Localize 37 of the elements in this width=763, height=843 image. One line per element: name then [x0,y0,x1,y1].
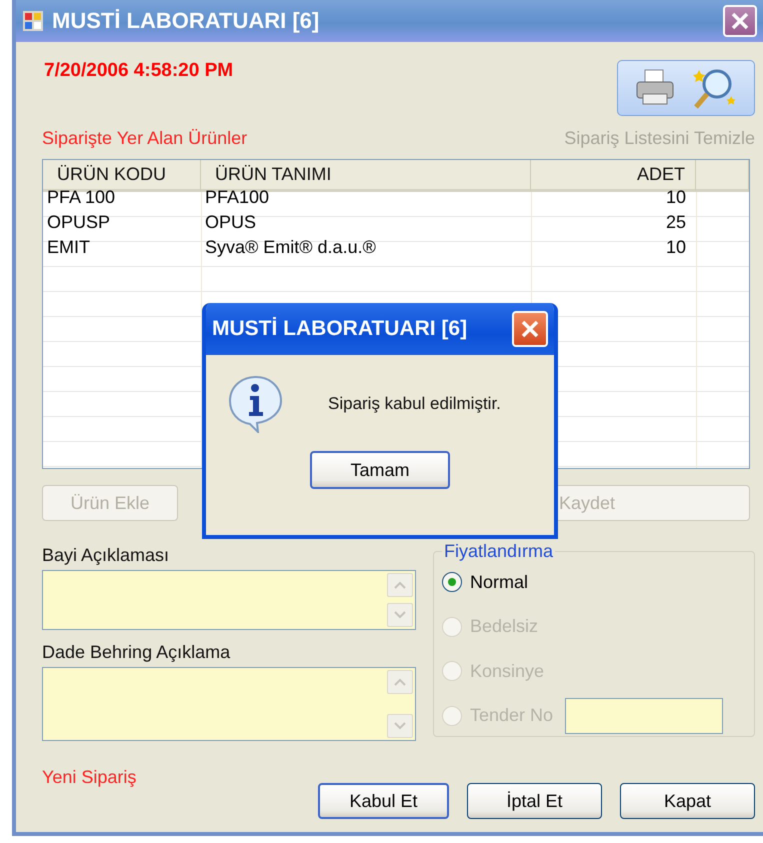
info-icon [228,375,284,433]
scroll-up-icon[interactable] [387,670,413,694]
table-cell-text: OPUSP [46,211,112,234]
note-field[interactable] [42,570,416,630]
close-icon [520,319,540,339]
group-title: Fiyatlandırma [443,541,554,562]
action-button[interactable]: Kapat [620,783,755,819]
column-header[interactable]: ÜRÜN KODU [43,160,201,192]
timestamp: 7/20/2006 4:58:20 PM [44,60,234,82]
scroll-up-icon[interactable] [387,573,413,597]
dialog-title: MUSTİ LABORATUARI [6] [212,317,468,341]
column-header[interactable]: ÜRÜN TANIMI [201,160,531,192]
print-preview-button[interactable] [617,60,755,116]
scroll-down-icon[interactable] [387,603,413,627]
scroll-down-icon[interactable] [387,714,413,738]
section-label: Siparişte Yer Alan Ürünler [42,128,248,149]
action-button[interactable]: Kabul Et [318,783,449,819]
close-button[interactable] [723,5,757,37]
order-status: Yeni Sipariş [42,767,136,789]
ok-button[interactable]: Tamam [310,451,450,489]
window-title: MUSTİ LABORATUARI [6] [52,8,320,34]
radio-icon[interactable] [442,572,462,592]
action-button[interactable]: İptal Et [467,783,602,819]
field-label: Bayi Açıklaması [42,545,170,566]
table-cell-text: OPUS [204,211,258,234]
table-cell-text: 25 [664,211,687,234]
app-icon [22,10,44,32]
field-label: Dade Behring Açıklama [42,642,232,663]
dialog-message: Sipariş kabul edilmiştir. [328,394,501,414]
column-header[interactable]: ADET [531,160,696,192]
table-cell-text: Syva® Emit® d.a.u.® [204,236,377,259]
dialog-close-button[interactable] [512,311,548,347]
radio-option[interactable]: Normal [442,564,746,600]
close-icon [730,11,750,31]
note-field[interactable] [42,667,416,741]
table-cell-text: 10 [664,236,687,259]
table-cell-text: EMIT [46,236,91,259]
